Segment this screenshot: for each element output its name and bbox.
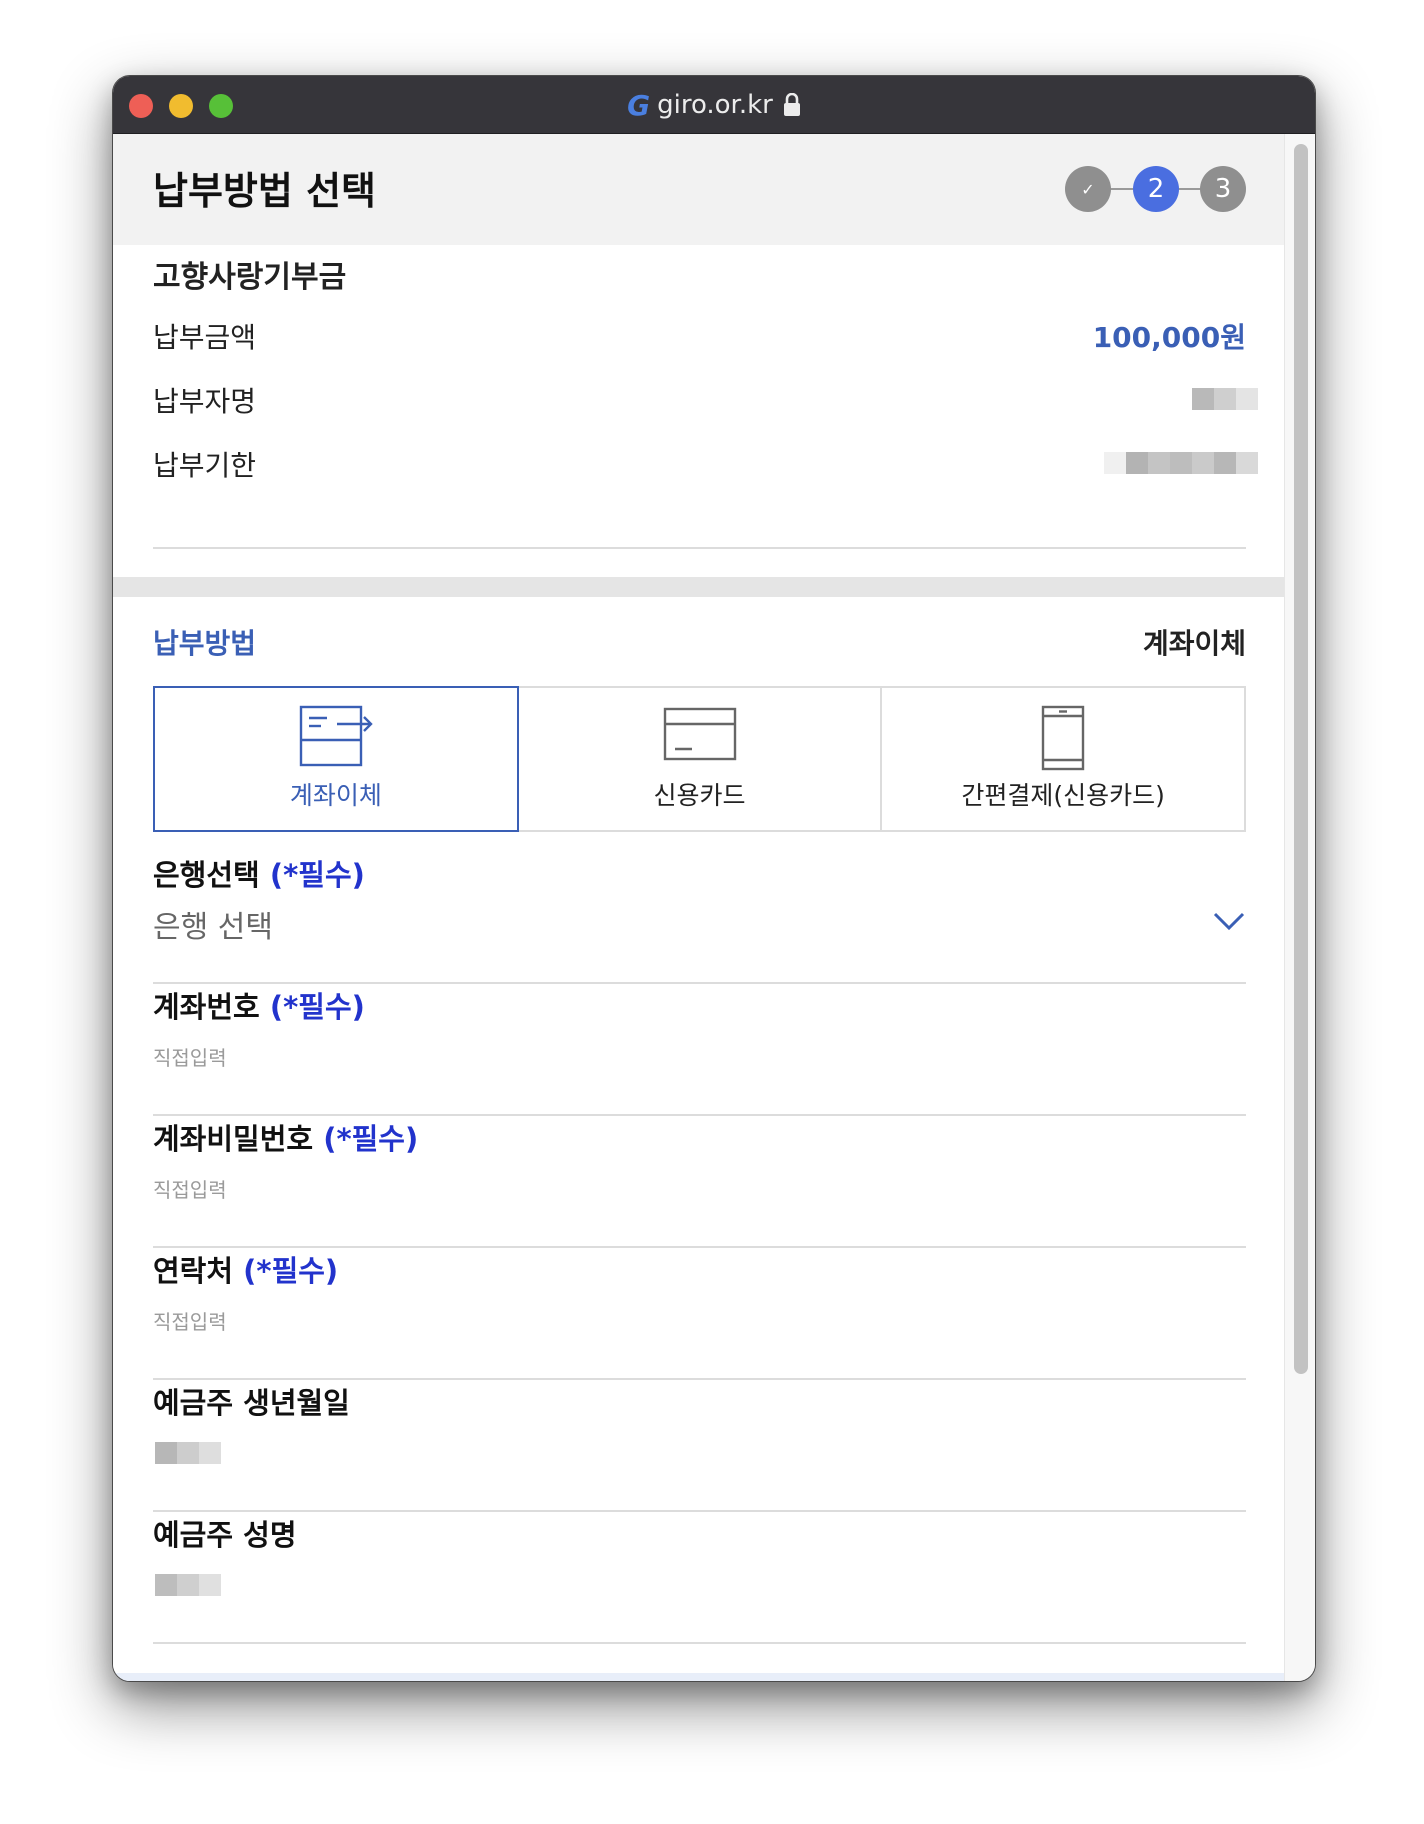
scrollbar-thumb[interactable] [1294,144,1308,1374]
browser-window: G giro.or.kr 납부방법 선택 ✓ 2 3 고향사랑기부금 납부금액 … [112,75,1316,1682]
payer-row: 납부자명 [153,380,1258,420]
page-title: 납부방법 선택 [153,169,376,213]
payment-method-selected: 계좌이체 [1142,627,1246,660]
payment-method-row: 납부방법 계좌이체 [153,622,1246,662]
account-number-label: 계좌번호 (*필수) [153,984,365,1026]
bank-label-text: 은행선택 [153,858,260,892]
password-label-text: 계좌비밀번호 [153,1122,314,1156]
account-password-field[interactable]: 계좌비밀번호 (*필수) 직접입력 [153,1116,1246,1248]
tab-bank-transfer-label: 계좌이체 [289,781,382,810]
title-bar: G giro.or.kr [113,76,1315,134]
holder-birth-field: 예금주 생년월일 [153,1380,1246,1512]
account-password-input[interactable]: 직접입력 [153,1174,227,1203]
mobile-phone-icon [1041,705,1085,771]
account-number-field[interactable]: 계좌번호 (*필수) 직접입력 [153,984,1246,1116]
holder-name-redacted [155,1574,221,1596]
vertical-scrollbar[interactable] [1284,134,1315,1681]
tab-easy-pay-label: 간편결제(신용카드) [961,781,1165,810]
account-label-text: 계좌번호 [153,990,260,1024]
donation-type-title: 고향사랑기부금 [153,260,347,295]
holder-name-label: 예금주 성명 [153,1518,297,1552]
section-separator [113,577,1286,597]
page-content: 납부방법 선택 ✓ 2 3 고향사랑기부금 납부금액 100,000원 납부자명… [113,134,1286,1681]
payment-method-label: 납부방법 [153,627,257,660]
step-indicator: ✓ 2 3 [1065,166,1246,212]
address-bar[interactable]: G giro.or.kr [113,76,1315,134]
tab-credit-card[interactable]: 신용카드 [516,686,883,832]
required-mark: (*필수) [269,858,365,892]
field-underline [153,1642,1246,1644]
account-password-label: 계좌비밀번호 (*필수) [153,1116,418,1158]
due-row: 납부기한 [153,444,1258,484]
tab-easy-pay[interactable]: 간편결제(신용카드) [880,686,1247,832]
due-label: 납부기한 [153,449,257,482]
contact-label: 연락처 (*필수) [153,1248,338,1290]
step-3: 3 [1200,166,1246,212]
tab-bank-transfer[interactable]: 계좌이체 [153,686,519,832]
step-1-done: ✓ [1065,166,1111,212]
contact-label-text: 연락처 [153,1254,234,1288]
amount-row: 납부금액 100,000원 [153,316,1246,356]
payment-method-tabs: 계좌이체 신용카드 간편결제(신용카드) [153,686,1247,832]
credit-card-icon [663,707,736,761]
summary-divider [153,547,1246,549]
contact-field[interactable]: 연락처 (*필수) 직접입력 [153,1248,1246,1380]
url-text: giro.or.kr [657,90,773,120]
payer-label: 납부자명 [153,385,257,418]
amount-label: 납부금액 [153,321,257,354]
holder-birth-redacted [155,1442,221,1464]
bank-transfer-icon [299,705,373,767]
bottom-strip [113,1673,1286,1681]
lock-icon [783,93,800,116]
holder-birth-label: 예금주 생년월일 [153,1386,350,1420]
site-logo-icon: G [627,88,650,122]
bank-select-label: 은행선택 (*필수) [153,852,365,894]
due-date-redacted [1104,452,1258,474]
step-2-active: 2 [1133,166,1179,212]
page-header: 납부방법 선택 ✓ 2 3 [113,134,1286,245]
amount-value: 100,000원 [1092,321,1246,354]
required-mark: (*필수) [323,1122,419,1156]
bank-select[interactable]: 은행 선택 [153,902,273,946]
tab-credit-card-label: 신용카드 [653,781,746,810]
required-mark: (*필수) [269,990,365,1024]
chevron-down-icon[interactable] [1212,910,1246,932]
bank-select-field: 은행선택 (*필수) 은행 선택 [153,852,1246,984]
account-number-input[interactable]: 직접입력 [153,1042,227,1071]
required-mark: (*필수) [243,1254,339,1288]
payer-name-redacted [1192,388,1258,410]
contact-input[interactable]: 직접입력 [153,1306,227,1335]
holder-name-field: 예금주 성명 [153,1512,1246,1644]
